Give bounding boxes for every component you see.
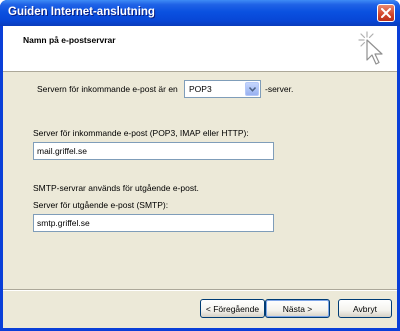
button-divider <box>3 289 397 291</box>
chevron-down-icon <box>249 87 256 92</box>
page-title: Namn på e-postservrar <box>23 35 116 45</box>
title-bar[interactable]: Guiden Internet-anslutning <box>0 0 400 26</box>
smtp-info-text: SMTP-servrar används för utgående e-post… <box>33 183 199 193</box>
incoming-type-label: Servern för inkommande e-post är en <box>37 84 178 94</box>
close-icon <box>381 8 391 18</box>
incoming-type-suffix: -server. <box>265 84 294 94</box>
cancel-button[interactable]: Avbryt <box>338 299 392 318</box>
wizard-window: Guiden Internet-anslutning Namn på e-pos… <box>0 0 400 331</box>
next-button-label: Nästa > <box>282 303 313 314</box>
incoming-server-field[interactable] <box>33 142 274 160</box>
incoming-server-label: Server för inkommande e-post (POP3, IMAP… <box>33 128 249 138</box>
outgoing-server-label: Server för utgående e-post (SMTP): <box>33 200 169 210</box>
incoming-server-input[interactable] <box>34 143 273 159</box>
wizard-cursor-icon <box>358 31 383 65</box>
wizard-header: Namn på e-postservrar <box>3 26 397 72</box>
close-button[interactable] <box>377 4 395 22</box>
back-button[interactable]: < Föregående <box>200 299 265 318</box>
cancel-button-label: Avbryt <box>353 303 377 314</box>
wizard-body: Namn på e-postservrar Servern för inkomm… <box>3 26 397 328</box>
outgoing-server-input[interactable] <box>34 215 273 231</box>
incoming-server-type-value: POP3 <box>189 84 212 94</box>
back-button-label: < Föregående <box>205 303 260 314</box>
next-button[interactable]: Nästa > <box>265 299 330 318</box>
dropdown-button[interactable] <box>245 82 259 96</box>
outgoing-server-field[interactable] <box>33 214 274 232</box>
incoming-server-type-select[interactable]: POP3 <box>184 80 261 98</box>
window-title: Guiden Internet-anslutning <box>8 6 155 18</box>
